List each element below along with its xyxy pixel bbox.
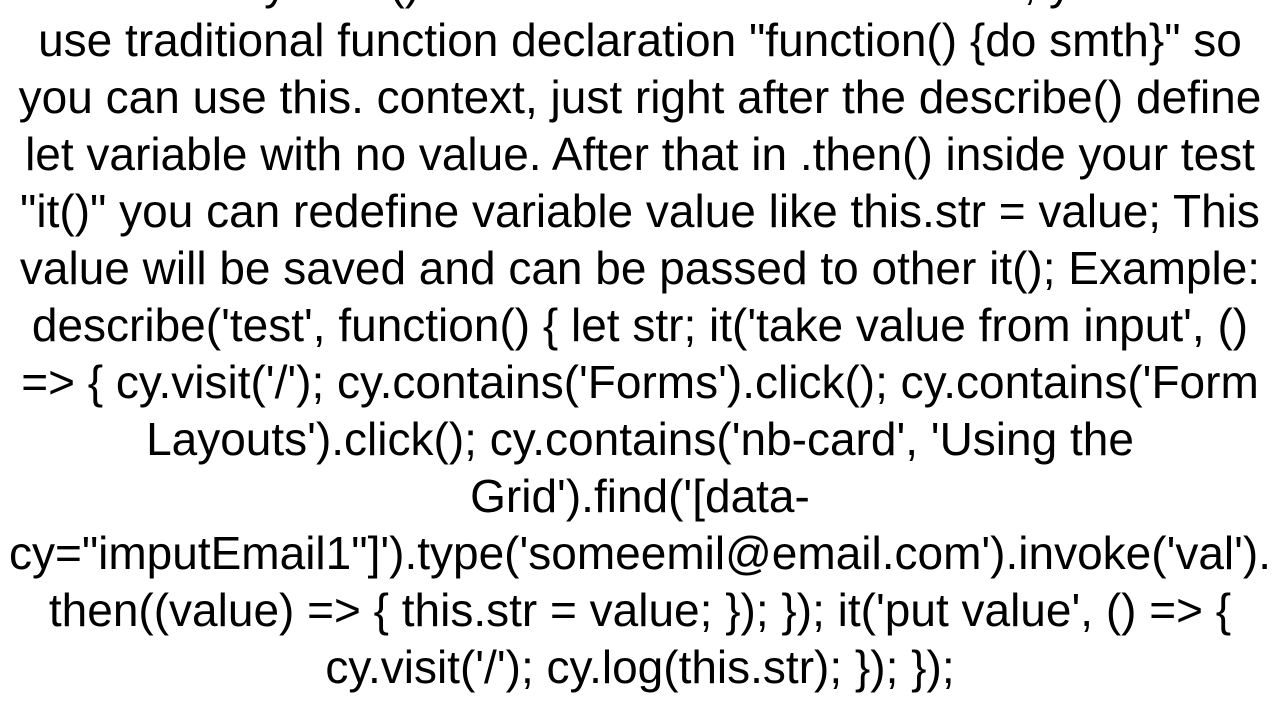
document-body-text: Answer 1: If your it() tests share the s… [0, 0, 1280, 675]
